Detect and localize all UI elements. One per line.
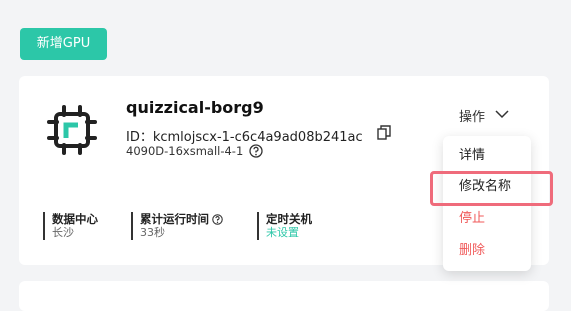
- gpu-instance-card-next: [19, 281, 549, 311]
- stat-label: 定时关机: [266, 212, 312, 226]
- stat-value: 33秒: [140, 226, 165, 239]
- instance-spec: 4090D-16xsmall-4-1: [126, 144, 244, 158]
- stat-label-text: 累计运行时间: [140, 212, 209, 226]
- add-gpu-button[interactable]: 新增GPU: [20, 28, 107, 60]
- menu-item-delete[interactable]: 删除: [443, 238, 531, 264]
- chevron-down-icon[interactable]: [495, 109, 509, 119]
- stat-value[interactable]: 未设置: [266, 226, 312, 240]
- stat-value: 长沙: [52, 226, 74, 239]
- stat-runtime: 累计运行时间 33秒: [131, 212, 223, 240]
- page-edge: [556, 0, 571, 293]
- highlight-box: [430, 171, 553, 206]
- stat-label: 数据中心: [52, 212, 98, 226]
- stat-datacenter: 数据中心 长沙: [43, 212, 98, 240]
- help-icon[interactable]: [212, 214, 223, 225]
- gpu-chip-icon: [47, 105, 97, 155]
- stat-scheduled-shutdown: 定时关机 未设置: [257, 212, 312, 240]
- menu-item-details[interactable]: 详情: [443, 143, 531, 169]
- instance-id: ID：kcmlojscx-1-c6c4a9ad08b241ac: [126, 130, 363, 145]
- instance-name: quizzical-borg9: [126, 98, 264, 117]
- menu-item-stop[interactable]: 停止: [443, 206, 531, 232]
- operations-dropdown[interactable]: 操作: [459, 106, 485, 125]
- copy-icon[interactable]: [377, 125, 391, 140]
- help-icon[interactable]: [249, 144, 263, 158]
- stat-label: 累计运行时间: [140, 212, 223, 226]
